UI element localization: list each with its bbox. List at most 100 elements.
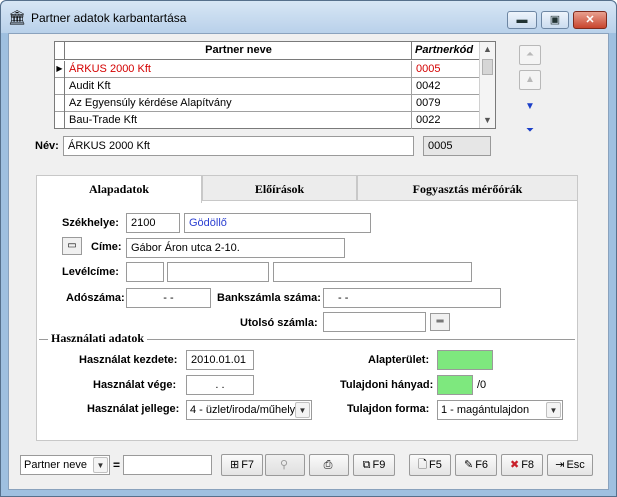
hasznalat-jellege-select[interactable]: 4 - üzlet/iroda/műhely ▼	[186, 400, 312, 420]
szekhely-label: Székhelye:	[62, 217, 119, 229]
nev-label: Név:	[35, 140, 59, 152]
title-bar[interactable]: 🏛 Partner adatok karbantartása ▬ ▣ ✕	[1, 1, 616, 33]
row-code[interactable]: 0005	[413, 61, 480, 78]
hasznalat-jellege-value: 4 - üzlet/iroda/műhely	[190, 404, 296, 416]
tulajdon-forma-value: 1 - magántulajdon	[441, 404, 530, 416]
scroll-down-icon[interactable]: ▼	[480, 113, 495, 128]
tulajdoni-hanyad-field[interactable]	[437, 375, 473, 395]
first-record-button[interactable]: ⏶	[519, 45, 541, 65]
next-record-button[interactable]: ▼	[519, 97, 541, 117]
tab-alapadatok[interactable]: Alapadatok	[36, 175, 202, 203]
adoszama-field[interactable]: - -	[126, 288, 211, 308]
close-button[interactable]: ✕	[573, 11, 607, 29]
hasznalat-kezdete-label: Használat kezdete:	[79, 354, 178, 366]
scroll-thumb[interactable]	[482, 59, 493, 75]
row-code[interactable]: 0079	[413, 95, 480, 112]
f5-button[interactable]: 🗋 F5	[409, 454, 451, 476]
f9-button[interactable]: ⧉ F9	[353, 454, 395, 476]
cime-field[interactable]: Gábor Áron utca 2-10.	[126, 238, 345, 258]
chevron-down-icon[interactable]: ▼	[93, 457, 108, 473]
row-indicator	[55, 112, 65, 129]
levelcime-city-field[interactable]	[167, 262, 269, 282]
client-area: Partner neve Partnerkód ▶ ÁRKUS 2000 Kft…	[8, 33, 609, 490]
printer-icon: ⎙	[323, 459, 333, 471]
column-header-name[interactable]: Partner neve	[66, 42, 412, 60]
window-title: Partner adatok karbantartása	[31, 11, 187, 25]
tulajdon-forma-select[interactable]: 1 - magántulajdon ▼	[437, 400, 563, 420]
tulajdon-forma-label: Tulajdon forma:	[347, 403, 430, 415]
hasznalat-vege-field[interactable]: . .	[186, 375, 254, 395]
column-header-code[interactable]: Partnerkód	[413, 42, 480, 60]
szekhely-zip-field[interactable]: 2100	[126, 213, 180, 233]
last-record-button[interactable]: ⏷	[519, 121, 541, 141]
bankszamla-label: Bankszámla száma:	[217, 292, 321, 304]
f6-button[interactable]: ✎ F6	[455, 454, 497, 476]
table-row[interactable]: Az Egyensúly kérdése Alapítvány 0079	[55, 95, 480, 112]
grid-header: Partner neve Partnerkód	[55, 42, 480, 60]
next-record-icon: ▼	[525, 101, 535, 112]
utolso-szamla-label: Utolsó számla:	[240, 317, 318, 329]
last-record-icon: ⏷	[526, 125, 534, 136]
tulajdoni-hanyad-label: Tulajdoni hányad:	[340, 379, 434, 391]
exit-button[interactable]: ⇥ Esc	[547, 454, 593, 476]
row-name[interactable]: ÁRKUS 2000 Kft	[66, 61, 412, 78]
f8-button[interactable]: ✖ F8	[501, 454, 543, 476]
szekhely-city-field[interactable]: Gödöllő	[184, 213, 371, 233]
find-button[interactable]: ⚲	[265, 454, 305, 476]
tab-eloirasok[interactable]: Előírások	[202, 175, 357, 202]
utolso-szamla-button[interactable]: ═	[430, 313, 450, 331]
hasznalat-kezdete-field[interactable]: 2010.01.01	[186, 350, 254, 370]
row-code[interactable]: 0042	[413, 78, 480, 95]
grid-search-icon: ⊞	[229, 459, 240, 471]
delete-icon: ✖	[509, 459, 520, 471]
table-row[interactable]: ▶ ÁRKUS 2000 Kft 0005	[55, 61, 480, 78]
utolso-szamla-field[interactable]	[323, 312, 426, 332]
f7-button[interactable]: ⊞ F7	[221, 454, 263, 476]
print-button[interactable]: ⎙	[309, 454, 349, 476]
chevron-down-icon[interactable]: ▼	[295, 402, 310, 418]
copy-icon: ⧉	[362, 459, 371, 471]
minimize-button[interactable]: ▬	[507, 11, 537, 29]
chevron-down-icon[interactable]: ▼	[546, 402, 561, 418]
edit-icon: ✎	[463, 459, 474, 471]
equals-label: =	[113, 458, 121, 472]
hasznalat-jellege-label: Használat jellege:	[87, 403, 180, 415]
partner-grid[interactable]: Partner neve Partnerkód ▶ ÁRKUS 2000 Kft…	[54, 41, 496, 129]
row-indicator-icon: ▶	[55, 61, 65, 78]
cime-label: Címe:	[91, 241, 122, 253]
alapterulet-label: Alapterület:	[368, 354, 430, 366]
levelcime-label: Levélcíme:	[62, 266, 119, 278]
row-code[interactable]: 0022	[413, 112, 480, 129]
first-record-icon: ⏶	[526, 49, 534, 60]
grid-scrollbar[interactable]: ▲ ▼	[479, 42, 495, 128]
search-field-value: Partner neve	[24, 459, 87, 471]
row-name[interactable]: Az Egyensúly kérdése Alapítvány	[66, 95, 412, 112]
search-field-select[interactable]: Partner neve ▼	[20, 455, 110, 475]
partner-code-field: 0005	[423, 136, 491, 156]
prev-record-button[interactable]: ▲	[519, 70, 541, 90]
hasznalat-vege-label: Használat vége:	[93, 379, 177, 391]
app-icon: 🏛	[8, 9, 26, 25]
alapterulet-field[interactable]	[437, 350, 493, 370]
levelcime-zip-field[interactable]	[126, 262, 164, 282]
row-name[interactable]: Audit Kft	[66, 78, 412, 95]
binoculars-icon: ⚲	[279, 459, 289, 471]
scroll-up-icon[interactable]: ▲	[480, 42, 495, 57]
bankszamla-field[interactable]: - -	[323, 288, 501, 308]
exit-icon: ⇥	[555, 459, 565, 471]
tulajdoni-hanyad-suffix: /0	[477, 379, 487, 391]
partner-name-field[interactable]: ÁRKUS 2000 Kft	[63, 136, 414, 156]
table-row[interactable]: Bau-Trade Kft 0022	[55, 112, 480, 129]
prev-record-icon: ▲	[525, 74, 535, 85]
tab-fogyasztas-meroorak[interactable]: Fogyasztás mérőórák	[357, 175, 578, 202]
new-document-icon: 🗋	[418, 459, 427, 471]
main-window: 🏛 Partner adatok karbantartása ▬ ▣ ✕ Par…	[0, 0, 617, 497]
address-card-icon[interactable]: ▭	[62, 237, 82, 255]
hasznalati-adatok-title: Használati adatok	[48, 331, 148, 346]
search-input[interactable]	[123, 455, 212, 475]
maximize-button[interactable]: ▣	[541, 11, 569, 29]
grid-header-indicator	[55, 42, 65, 60]
table-row[interactable]: Audit Kft 0042	[55, 78, 480, 95]
row-name[interactable]: Bau-Trade Kft	[66, 112, 412, 129]
levelcime-street-field[interactable]	[273, 262, 472, 282]
